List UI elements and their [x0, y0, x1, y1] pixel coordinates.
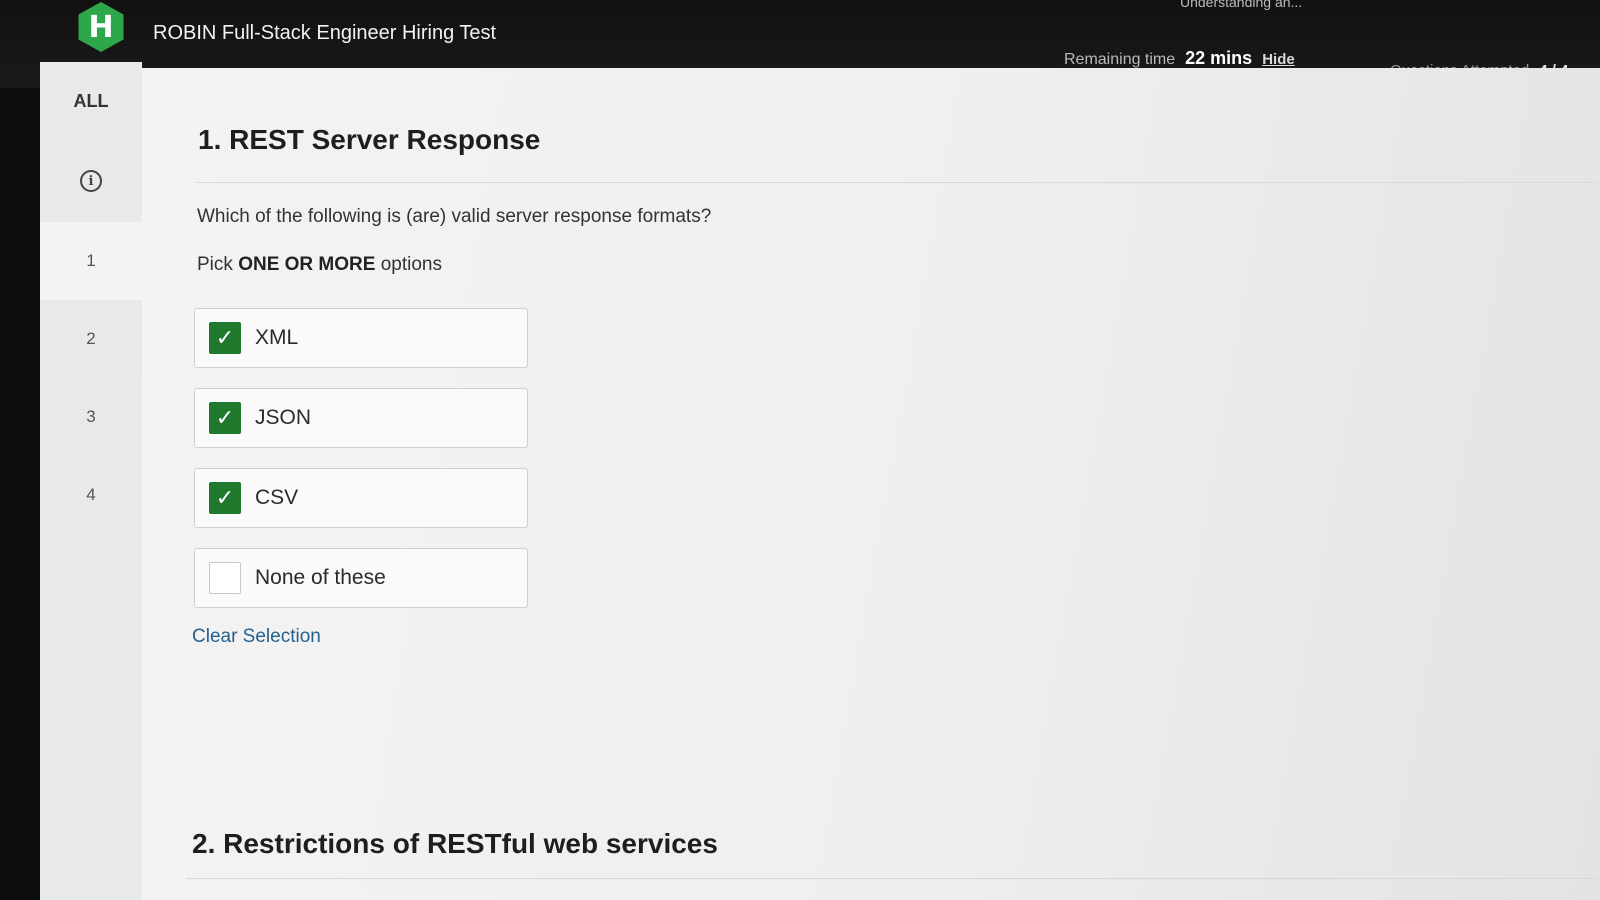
remaining-time: Remaining time 22 mins Hide [1064, 48, 1295, 69]
option-label: CSV [255, 486, 299, 509]
option-label: XML [255, 326, 299, 349]
sidebar-item-3[interactable]: 3 [40, 378, 142, 456]
next-question-divider [186, 878, 1596, 879]
remaining-time-label: Remaining time [1064, 51, 1176, 68]
question-panel: 1. REST Server Response Which of the fol… [142, 68, 1600, 900]
test-title: ROBIN Full-Stack Engineer Hiring Test [153, 22, 497, 44]
sidebar-item-all[interactable]: ALL [40, 62, 142, 140]
checkbox-checked-icon[interactable]: ✓ [209, 482, 241, 514]
instruction-bold: ONE OR MORE [238, 254, 376, 275]
hackerrank-logo: H [78, 2, 124, 52]
question-text: Which of the following is (are) valid se… [197, 206, 712, 227]
option-xml[interactable]: ✓ XML [194, 308, 528, 368]
title-divider [196, 182, 1596, 183]
question-sidebar: ALL i 1 2 3 4 [40, 62, 142, 900]
option-label: None of these [255, 566, 386, 589]
sidebar-item-info[interactable]: i [40, 142, 142, 220]
option-none-of-these[interactable]: None of these [194, 548, 528, 608]
next-question-title: 2. Restrictions of RESTful web services [192, 828, 718, 859]
info-icon: i [80, 170, 102, 192]
instruction-prefix: Pick [197, 254, 233, 275]
instruction-suffix: options [380, 254, 442, 275]
checkbox-unchecked-icon[interactable] [209, 562, 241, 594]
checkbox-checked-icon[interactable]: ✓ [209, 402, 241, 434]
checkbox-checked-icon[interactable]: ✓ [209, 322, 241, 354]
sidebar-item-4[interactable]: 4 [40, 456, 142, 534]
sidebar-item-2[interactable]: 2 [40, 300, 142, 378]
hide-timer-link[interactable]: Hide [1262, 51, 1295, 68]
remaining-time-value: 22 mins [1185, 48, 1253, 68]
option-label: JSON [255, 406, 312, 429]
option-json[interactable]: ✓ JSON [194, 388, 528, 448]
question-title: 1. REST Server Response [198, 124, 541, 155]
sidebar-item-1[interactable]: 1 [40, 222, 142, 300]
option-csv[interactable]: ✓ CSV [194, 468, 528, 528]
clear-selection-link[interactable]: Clear Selection [192, 626, 321, 648]
top-hint-text: Understanding an... [1180, 0, 1303, 10]
question-instruction: Pick ONE OR MORE options [197, 254, 442, 276]
